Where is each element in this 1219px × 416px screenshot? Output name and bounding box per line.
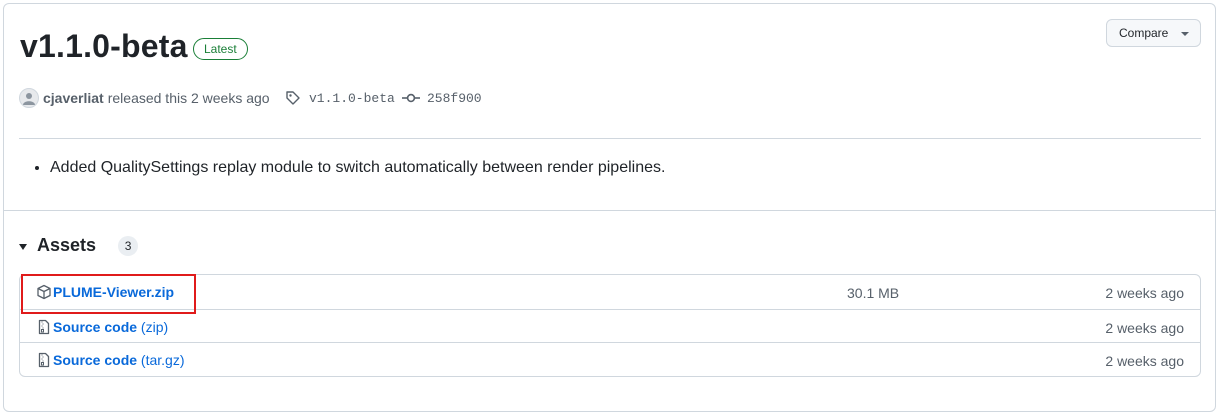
release-author-line: cjaverliat released this 2 weeks ago bbox=[19, 88, 270, 108]
section-divider bbox=[4, 210, 1215, 211]
released-text: released this 2 weeks ago bbox=[107, 90, 270, 106]
commit-ref[interactable]: 258f900 bbox=[402, 90, 482, 106]
header-separator bbox=[19, 138, 1201, 139]
asset-date: 2 weeks ago bbox=[1105, 353, 1184, 369]
file-zip-icon bbox=[38, 352, 50, 368]
chevron-down-icon bbox=[1181, 32, 1189, 36]
asset-link-source-zip[interactable]: Source code (zip) bbox=[53, 319, 168, 335]
git-commit-icon bbox=[402, 93, 420, 103]
author-link[interactable]: cjaverliat bbox=[43, 90, 104, 106]
latest-badge: Latest bbox=[193, 38, 248, 60]
compare-label: Compare bbox=[1119, 26, 1169, 40]
release-notes: Added QualitySettings replay module to s… bbox=[34, 156, 665, 180]
commit-sha: 258f900 bbox=[427, 90, 482, 106]
asset-link-plume-viewer[interactable]: PLUME-Viewer.zip bbox=[53, 284, 174, 300]
tag-ref[interactable]: v1.1.0-beta bbox=[285, 90, 395, 106]
user-avatar-icon bbox=[23, 93, 35, 105]
assets-toggle[interactable]: Assets 3 bbox=[19, 235, 139, 256]
asset-row: PLUME-Viewer.zip 30.1 MB 2 weeks ago bbox=[20, 275, 1200, 309]
assets-counter: 3 bbox=[118, 235, 139, 256]
tag-label: v1.1.0-beta bbox=[309, 90, 395, 106]
package-icon bbox=[37, 284, 51, 300]
asset-date: 2 weeks ago bbox=[1105, 285, 1184, 301]
release-card: v1.1.0-beta Latest Compare cjaverliat re… bbox=[3, 3, 1216, 412]
asset-size: 30.1 MB bbox=[847, 285, 900, 301]
asset-link-source-targz[interactable]: Source code (tar.gz) bbox=[53, 352, 185, 368]
assets-title: Assets bbox=[37, 235, 97, 255]
asset-row: Source code (tar.gz) 2 weeks ago bbox=[20, 342, 1200, 377]
assets-list: PLUME-Viewer.zip 30.1 MB 2 weeks ago Sou… bbox=[19, 274, 1201, 377]
asset-date: 2 weeks ago bbox=[1105, 320, 1184, 336]
compare-button[interactable]: Compare bbox=[1106, 19, 1201, 47]
file-zip-icon bbox=[38, 319, 50, 335]
avatar[interactable] bbox=[19, 88, 39, 108]
asset-row: Source code (zip) 2 weeks ago bbox=[20, 309, 1200, 344]
release-title[interactable]: v1.1.0-beta bbox=[20, 28, 188, 65]
tag-icon bbox=[286, 91, 300, 105]
release-note-item: Added QualitySettings replay module to s… bbox=[50, 156, 665, 180]
triangle-down-icon bbox=[19, 243, 27, 250]
